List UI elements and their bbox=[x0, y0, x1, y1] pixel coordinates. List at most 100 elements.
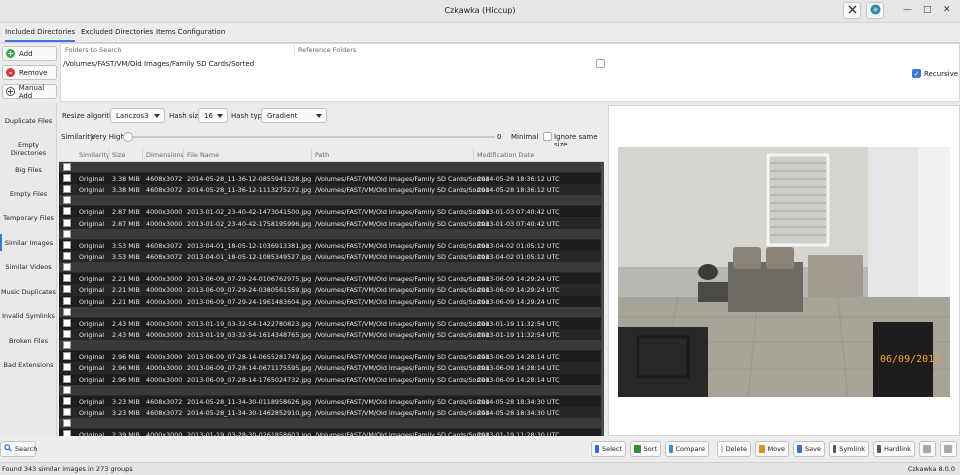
row-checkbox[interactable] bbox=[63, 318, 71, 327]
settings-button[interactable] bbox=[843, 2, 861, 19]
reference-checkbox[interactable] bbox=[596, 59, 605, 68]
row-checkbox[interactable] bbox=[63, 363, 71, 372]
table-row[interactable]: Original 2.21 MiB 4000x3000 2013-06-09_07-2… bbox=[59, 284, 604, 296]
hide-text-view-button[interactable] bbox=[919, 441, 936, 457]
sidebar-item-invalid-symlinks[interactable]: Invalid Symlinks bbox=[0, 312, 57, 320]
group-header-row[interactable] bbox=[59, 384, 604, 395]
group-header-row[interactable] bbox=[59, 228, 604, 239]
sidebar-item-similar-images[interactable]: Similar Images bbox=[0, 234, 56, 251]
table-row[interactable]: Original 3.38 MiB 4608x3072 2014-05-28_11-3… bbox=[59, 184, 604, 196]
tab-excluded-directories[interactable]: Excluded Directories bbox=[81, 28, 153, 36]
symlink-button[interactable]: Symlink bbox=[829, 441, 869, 457]
hide-bottom-button[interactable] bbox=[940, 441, 957, 457]
row-checkbox[interactable] bbox=[63, 240, 71, 249]
table-row[interactable]: Original 2.87 MiB 4000x3000 2013-01-02_23-4… bbox=[59, 217, 604, 229]
row-checkbox[interactable] bbox=[63, 408, 71, 416]
group-header-row[interactable] bbox=[59, 162, 604, 172]
row-checkbox[interactable] bbox=[63, 396, 71, 405]
sidebar-item-broken-files[interactable]: Broken Files bbox=[0, 337, 57, 345]
directory-path[interactable]: /Volumes/FAST/VM/Old Images/Family SD Ca… bbox=[63, 60, 254, 68]
sidebar-item-music-duplicates[interactable]: Music Duplicates bbox=[0, 288, 57, 296]
table-row[interactable]: Original 3.53 MiB 4608x3072 2013-04-01_18-0… bbox=[59, 239, 604, 251]
ignore-same-size-checkbox[interactable] bbox=[543, 132, 552, 141]
table-row[interactable]: Original 3.53 MiB 4608x3072 2013-04-01_18-0… bbox=[59, 251, 604, 262]
compare-button[interactable]: Compare bbox=[665, 441, 709, 457]
close-icon[interactable]: ✕ bbox=[943, 5, 951, 15]
sidebar-item-empty-files[interactable]: Empty Files bbox=[0, 190, 57, 198]
row-checkbox[interactable] bbox=[63, 296, 71, 305]
column-size[interactable]: Size bbox=[112, 151, 125, 159]
table-row[interactable]: Original 3.38 MiB 4608x3072 2014-05-28_11-3… bbox=[59, 173, 604, 184]
row-checkbox[interactable] bbox=[63, 207, 71, 216]
results-scrollbar[interactable] bbox=[601, 162, 604, 436]
select-button[interactable]: Select bbox=[591, 441, 626, 457]
table-row[interactable]: Original 3.23 MiB 4608x3072 2014-05-28_11-3… bbox=[59, 395, 604, 407]
group-header-row[interactable] bbox=[59, 262, 604, 273]
group-header-row[interactable] bbox=[59, 195, 604, 206]
tab-items-configuration[interactable]: Items Configuration bbox=[156, 28, 225, 36]
row-checkbox[interactable] bbox=[63, 285, 71, 294]
row-checkbox[interactable] bbox=[63, 229, 71, 238]
table-row[interactable]: Original 2.43 MiB 4000x3000 2013-01-19_03-3… bbox=[59, 317, 604, 329]
table-row[interactable]: Original 2.96 MiB 4000x3000 2013-06-09_07-2… bbox=[59, 373, 604, 385]
row-checkbox[interactable] bbox=[63, 307, 71, 316]
row-checkbox[interactable] bbox=[63, 174, 71, 182]
sidebar-item-big-files[interactable]: Big Files bbox=[0, 166, 57, 174]
slider-handle[interactable] bbox=[123, 132, 133, 142]
sidebar-item-temporary-files[interactable]: Temporary Files bbox=[0, 214, 57, 222]
hash-size-select[interactable]: 16 bbox=[198, 108, 228, 123]
group-header-row[interactable] bbox=[59, 418, 604, 429]
delete-button[interactable]: Delete bbox=[717, 441, 751, 457]
row-checkbox[interactable] bbox=[63, 430, 71, 436]
row-checkbox[interactable] bbox=[63, 252, 71, 260]
row-checkbox[interactable] bbox=[63, 374, 71, 383]
sidebar-item-bad-extensions[interactable]: Bad Extensions bbox=[0, 361, 57, 369]
save-button[interactable]: Save bbox=[793, 441, 825, 457]
manual-add-button[interactable]: + Manual Add bbox=[2, 84, 57, 100]
similarity-slider[interactable] bbox=[123, 132, 495, 142]
table-row[interactable]: Original 2.21 MiB 4000x3000 2013-06-09_07-2… bbox=[59, 273, 604, 285]
maximize-icon[interactable]: □ bbox=[923, 5, 932, 15]
row-checkbox[interactable] bbox=[63, 385, 71, 394]
recursive-checkbox[interactable]: ✓ bbox=[912, 69, 921, 78]
row-checkbox[interactable] bbox=[63, 185, 71, 194]
table-row[interactable]: Original 2.96 MiB 4000x3000 2013-06-09_07-2… bbox=[59, 362, 604, 374]
move-button[interactable]: Move bbox=[755, 441, 789, 457]
table-row[interactable]: Original 2.43 MiB 4000x3000 2013-01-19_03-3… bbox=[59, 329, 604, 340]
table-row[interactable]: Original 2.96 MiB 4000x3000 2013-06-09_07-2… bbox=[59, 351, 604, 363]
about-button[interactable] bbox=[866, 2, 884, 19]
resize-algorithm-select[interactable]: Lanczos3 bbox=[110, 108, 165, 123]
row-checkbox[interactable] bbox=[63, 196, 71, 205]
table-row[interactable]: Original 2.39 MiB 4000x3000 2013-01-19_03-2… bbox=[59, 429, 604, 436]
hash-type-select[interactable]: Gradient bbox=[261, 108, 327, 123]
group-header-row[interactable] bbox=[59, 340, 604, 351]
row-checkbox[interactable] bbox=[63, 352, 71, 361]
sidebar-item-similar-videos[interactable]: Similar Videos bbox=[0, 263, 57, 271]
row-checkbox[interactable] bbox=[63, 263, 71, 272]
group-header-row[interactable] bbox=[59, 306, 604, 317]
column-dimensions[interactable]: Dimensions bbox=[146, 151, 184, 159]
column-file-name[interactable]: File Name bbox=[187, 151, 219, 159]
hardlink-button[interactable]: Hardlink bbox=[873, 441, 915, 457]
column-modification-date[interactable]: Modification Date bbox=[477, 151, 534, 159]
path-cell: /Volumes/FAST/VM/Old Images/Family SD Ca… bbox=[315, 186, 490, 195]
row-checkbox[interactable] bbox=[63, 274, 71, 283]
table-row[interactable]: Original 2.21 MiB 4000x3000 2013-06-09_07-2… bbox=[59, 295, 604, 307]
row-checkbox[interactable] bbox=[63, 341, 71, 350]
sidebar-item-empty-directories[interactable]: Empty Directories bbox=[0, 141, 57, 157]
tab-included-directories[interactable]: Included Directories bbox=[5, 28, 76, 42]
table-row[interactable]: Original 3.23 MiB 4608x3072 2014-05-28_11-3… bbox=[59, 407, 604, 418]
table-row[interactable]: Original 2.87 MiB 4000x3000 2013-01-02_23-4… bbox=[59, 206, 604, 218]
row-checkbox[interactable] bbox=[63, 330, 71, 338]
sort-button[interactable]: Sort bbox=[630, 441, 661, 457]
column-similarity[interactable]: Similarity bbox=[79, 151, 110, 159]
row-checkbox[interactable] bbox=[63, 218, 71, 227]
search-button[interactable]: Search bbox=[0, 441, 37, 457]
add-button[interactable]: + Add bbox=[2, 46, 57, 61]
remove-button[interactable]: – Remove bbox=[2, 65, 57, 80]
row-checkbox[interactable] bbox=[63, 163, 71, 171]
minimize-icon[interactable]: — bbox=[903, 5, 912, 15]
column-path[interactable]: Path bbox=[315, 151, 329, 159]
row-checkbox[interactable] bbox=[63, 419, 71, 428]
sidebar-item-duplicate-files[interactable]: Duplicate Files bbox=[0, 117, 57, 125]
